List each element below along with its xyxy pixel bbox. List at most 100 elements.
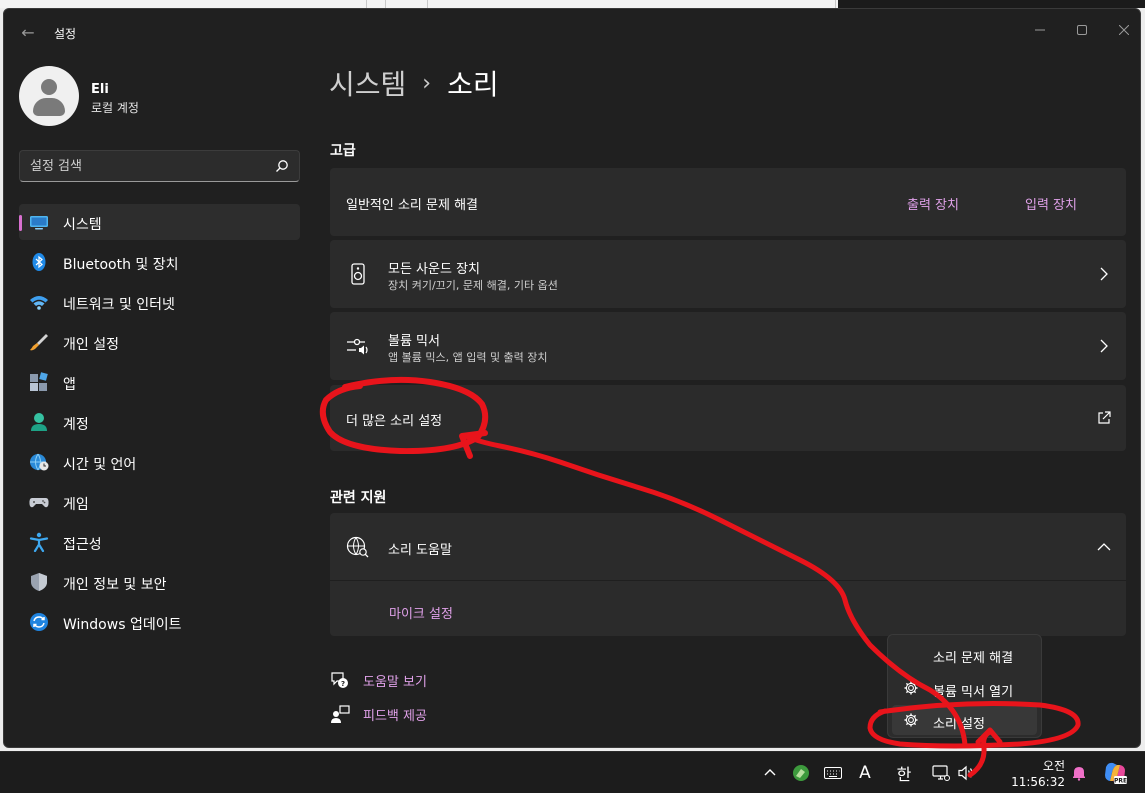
sidebar-item-label: 시간 및 언어 xyxy=(63,457,137,473)
system-icon xyxy=(30,216,48,230)
search-input[interactable] xyxy=(30,157,270,175)
close-icon xyxy=(1119,25,1129,35)
search-box[interactable] xyxy=(19,150,300,182)
chevron-up-icon[interactable] xyxy=(1096,539,1112,555)
wifi-icon xyxy=(30,296,48,310)
breadcrumb-parent[interactable]: 시스템 xyxy=(329,63,406,103)
menu-item-label: 소리 문제 해결 xyxy=(933,651,1014,666)
bluetooth-icon xyxy=(32,253,46,271)
sidebar-item-time-language[interactable]: 시간 및 언어 xyxy=(19,444,300,480)
green-app-icon xyxy=(793,765,809,781)
sound-help-card: 소리 도움말 마이크 설정 xyxy=(330,513,1126,636)
minimize-icon xyxy=(1035,29,1045,31)
more-sound-settings-card[interactable]: 더 많은 소리 설정 xyxy=(330,385,1126,451)
sidebar-item-label: 개인 설정 xyxy=(63,337,119,353)
all-devices-subtitle: 장치 켜기/끄기, 문제 해결, 기타 옵션 xyxy=(388,279,558,292)
sidebar-item-label: 시스템 xyxy=(63,217,102,233)
all-devices-title: 모든 사운드 장치 xyxy=(388,262,480,277)
input-device-link[interactable]: 입력 장치 xyxy=(1025,194,1077,213)
sidebar-item-system[interactable]: 시스템 xyxy=(19,204,300,240)
touch-keyboard-button[interactable] xyxy=(822,762,844,784)
svg-text:PRE: PRE xyxy=(1114,778,1127,785)
account-type: 로컬 계정 xyxy=(91,101,139,115)
copilot-button[interactable]: PRE xyxy=(1100,762,1130,785)
notifications-button[interactable] xyxy=(1068,762,1090,784)
breadcrumb: 시스템 › 소리 xyxy=(329,63,499,103)
help-icon: ? xyxy=(331,672,348,688)
update-icon xyxy=(30,613,48,631)
sidebar-item-network[interactable]: 네트워크 및 인터넷 xyxy=(19,284,300,320)
mixer-icon xyxy=(347,338,368,355)
sidebar-item-gaming[interactable]: 게임 xyxy=(19,484,300,520)
sidebar-item-label: 네트워크 및 인터넷 xyxy=(63,297,175,313)
keyboard-icon xyxy=(824,767,842,779)
speaker-icon xyxy=(351,263,365,285)
volume-mixer-card[interactable]: 볼륨 믹서 앱 볼륨 믹스, 앱 입력 및 출력 장치 xyxy=(330,312,1126,380)
background-dark-window xyxy=(838,0,1145,8)
title-bar: ← 설정 xyxy=(4,9,1140,55)
sidebar-item-privacy[interactable]: 개인 정보 및 보안 xyxy=(19,564,300,600)
tray-app-icon[interactable] xyxy=(790,762,812,784)
ime-language-button[interactable]: 한 xyxy=(892,762,916,784)
accessibility-icon xyxy=(29,532,49,552)
menu-item-label: 볼륨 믹서 열기 xyxy=(933,685,1014,700)
volume-button[interactable] xyxy=(955,762,977,784)
feedback-label: 피드백 제공 xyxy=(363,709,427,724)
sidebar-item-label: 계정 xyxy=(63,417,89,433)
sidebar-item-personalization[interactable]: 개인 설정 xyxy=(19,324,300,360)
gamepad-icon xyxy=(29,498,49,508)
output-device-link[interactable]: 출력 장치 xyxy=(907,194,959,213)
ime-mode-button[interactable]: A xyxy=(854,762,876,784)
mic-settings-link[interactable]: 마이크 설정 xyxy=(389,603,453,622)
sidebar-item-accounts[interactable]: 계정 xyxy=(19,404,300,440)
breadcrumb-separator: › xyxy=(422,70,432,96)
sidebar-item-label: 개인 정보 및 보안 xyxy=(63,577,167,593)
volume-mixer-subtitle: 앱 볼륨 믹스, 앱 입력 및 출력 장치 xyxy=(388,351,548,364)
sidebar-item-label: 접근성 xyxy=(63,537,102,553)
troubleshoot-card: 일반적인 소리 문제 해결 출력 장치 입력 장치 xyxy=(330,168,1126,236)
more-sound-settings-title: 더 많은 소리 설정 xyxy=(346,414,443,429)
close-button[interactable] xyxy=(1104,15,1140,45)
volume-mixer-title: 볼륨 믹서 xyxy=(388,334,440,349)
menu-item-troubleshoot[interactable]: 소리 문제 해결 xyxy=(892,639,1037,669)
menu-item-sound-settings[interactable]: 소리 설정 xyxy=(892,705,1037,735)
gear-icon xyxy=(904,681,918,695)
sidebar-item-apps[interactable]: 앱 xyxy=(19,364,300,400)
search-icon[interactable] xyxy=(275,159,289,173)
sidebar-item-label: Windows 업데이트 xyxy=(63,617,182,633)
avatar[interactable] xyxy=(19,66,79,126)
user-name: Eli xyxy=(91,82,109,97)
sidebar-item-windows-update[interactable]: Windows 업데이트 xyxy=(19,604,300,640)
sidebar-item-accessibility[interactable]: 접근성 xyxy=(19,524,300,560)
volume-icon xyxy=(958,765,973,781)
page-title: 소리 xyxy=(447,68,499,101)
network-status-button[interactable] xyxy=(930,762,952,784)
sidebar-item-bluetooth[interactable]: Bluetooth 및 장치 xyxy=(19,244,300,280)
copilot-icon: PRE xyxy=(1105,762,1127,785)
shield-icon xyxy=(31,573,47,591)
bell-icon xyxy=(1073,767,1085,781)
clock-time: 오전 11:56:32 xyxy=(1011,759,1065,789)
account-icon xyxy=(31,413,47,431)
apps-icon xyxy=(30,372,48,391)
volume-context-menu: 소리 문제 해결 볼륨 믹서 열기 소리 설정 xyxy=(887,634,1042,738)
feedback-link[interactable]: 피드백 제공 xyxy=(330,704,427,724)
taskbar-clock[interactable]: 오전 11:56:32 2024-05-04 xyxy=(991,758,1065,793)
divider xyxy=(330,580,1126,581)
svg-text:?: ? xyxy=(341,680,345,688)
chevron-right-icon xyxy=(1100,339,1108,353)
help-label: 도움말 보기 xyxy=(363,675,427,690)
sound-help-header[interactable]: 소리 도움말 xyxy=(330,513,1126,580)
all-sound-devices-card[interactable]: 모든 사운드 장치 장치 켜기/끄기, 문제 해결, 기타 옵션 xyxy=(330,240,1126,308)
sidebar-item-label: 게임 xyxy=(63,497,89,513)
back-button[interactable]: ← xyxy=(16,20,40,44)
network-icon xyxy=(932,765,950,781)
get-help-link[interactable]: ? 도움말 보기 xyxy=(330,670,427,690)
menu-item-volume-mixer[interactable]: 볼륨 믹서 열기 xyxy=(892,673,1037,703)
section-title-advanced: 고급 xyxy=(330,143,356,159)
maximize-button[interactable] xyxy=(1062,15,1102,45)
show-hidden-icons-button[interactable] xyxy=(760,762,780,784)
brush-icon xyxy=(30,334,48,351)
minimize-button[interactable] xyxy=(1020,15,1060,45)
globe-search-icon xyxy=(346,536,369,558)
